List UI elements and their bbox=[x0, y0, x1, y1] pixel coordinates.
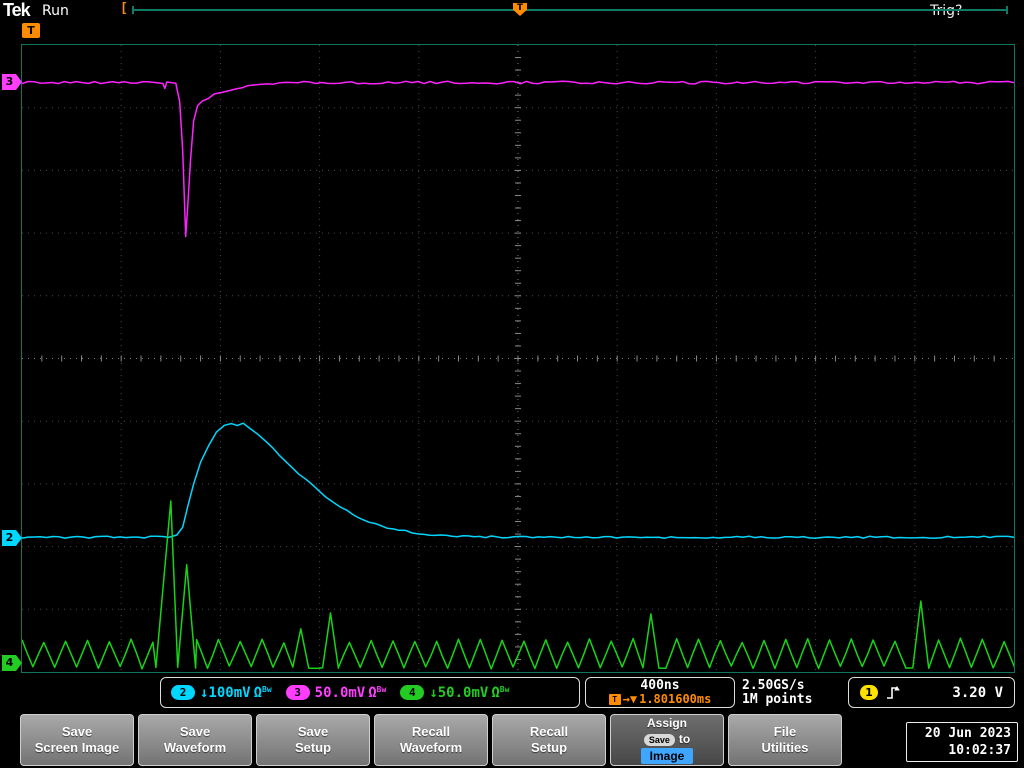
menu-button-save-setup[interactable]: Save Setup bbox=[256, 714, 370, 766]
menu-button-assign-save[interactable]: Assign Save to Image bbox=[610, 714, 724, 766]
ch2-badge: 2 bbox=[171, 685, 195, 700]
ch4-readout: 4 ↓50.0mVΩBw bbox=[400, 685, 509, 701]
menu-button-recall-waveform[interactable]: Recall Waveform bbox=[374, 714, 488, 766]
channel-marker-3: 3 bbox=[2, 74, 22, 90]
assign-target-image: Image bbox=[641, 748, 694, 764]
menu-button-save-waveform[interactable]: Save Waveform bbox=[138, 714, 252, 766]
trigger-t-icon: T bbox=[609, 694, 621, 705]
acquisition-readout: 2.50GS/s 1M points bbox=[742, 679, 812, 707]
datetime-box: 20 Jun 2023 10:02:37 bbox=[906, 722, 1018, 762]
record-view-left-bracket: [ bbox=[120, 1, 128, 16]
sample-rate: 2.50GS/s bbox=[742, 679, 812, 693]
tek-logo: Tek bbox=[3, 0, 30, 21]
trigger-position-readout: T →▼ 1.801600ms bbox=[586, 693, 734, 706]
ch4-badge: 4 bbox=[400, 685, 424, 700]
timebase-scale: 400ns bbox=[586, 679, 734, 693]
menu-button-save-screen-image[interactable]: Save Screen Image bbox=[20, 714, 134, 766]
rising-edge-icon bbox=[887, 685, 900, 700]
menu-button-file-utilities[interactable]: File Utilities bbox=[728, 714, 842, 766]
ch4-scale: ↓50.0mVΩBw bbox=[429, 685, 509, 701]
graticule bbox=[21, 44, 1015, 673]
record-view-bar bbox=[132, 9, 1008, 11]
ch2-readout: 2 ↓100mVΩBw bbox=[171, 685, 272, 701]
menu-button-recall-setup[interactable]: Recall Setup bbox=[492, 714, 606, 766]
trigger-readout: 1 3.20 V bbox=[848, 677, 1015, 708]
waveform-display bbox=[22, 45, 1014, 672]
oscilloscope-screen: Tek Run Trig? [ T T 3 2 4 2 ↓100mVΩBw 3 … bbox=[0, 0, 1024, 768]
ch2-scale: ↓100mVΩBw bbox=[200, 685, 272, 701]
channel-marker-4: 4 bbox=[2, 655, 22, 671]
ch3-badge: 3 bbox=[286, 685, 310, 700]
record-length: 1M points bbox=[742, 693, 812, 707]
channel-readout-bar: 2 ↓100mVΩBw 3 50.0mVΩBw 4 ↓50.0mVΩBw bbox=[160, 677, 580, 708]
save-pill-icon: Save bbox=[644, 734, 675, 746]
acquisition-run-status: Run bbox=[42, 3, 69, 19]
horizontal-readout: 400ns T →▼ 1.801600ms bbox=[585, 677, 735, 708]
trigger-level: 3.20 V bbox=[952, 685, 1003, 701]
trigger-source-badge: 1 bbox=[860, 685, 878, 700]
time: 10:02:37 bbox=[913, 742, 1011, 759]
trigger-status-label: Trig? bbox=[930, 3, 962, 19]
trigger-position-value: 1.801600ms bbox=[639, 693, 711, 706]
ch3-scale: 50.0mVΩBw bbox=[315, 685, 387, 701]
ch3-readout: 3 50.0mVΩBw bbox=[286, 685, 387, 701]
trigger-position-arrow: →▼ bbox=[623, 693, 637, 706]
trigger-flag-icon: T bbox=[22, 23, 40, 38]
date: 20 Jun 2023 bbox=[913, 725, 1011, 742]
trigger-position-icon: T bbox=[513, 3, 527, 16]
channel-marker-2: 2 bbox=[2, 530, 22, 546]
